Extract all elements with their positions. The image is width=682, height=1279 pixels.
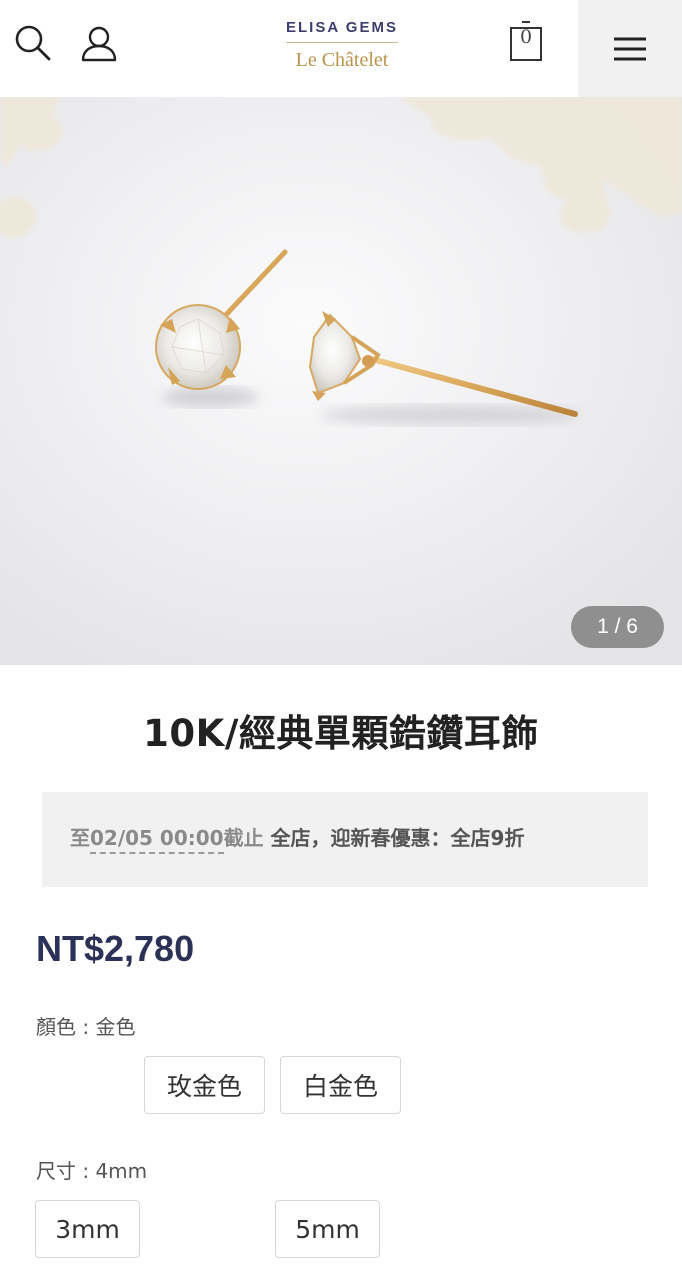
size-option-5mm[interactable]: 5mm	[275, 1200, 380, 1258]
promo-prefix: 至	[70, 826, 90, 850]
earring-product-photo	[0, 97, 682, 665]
cart-button[interactable]: 0	[502, 16, 550, 68]
brand-logo[interactable]: ELISA GEMS Le Châtelet	[262, 14, 422, 78]
account-button[interactable]	[76, 20, 122, 66]
promo-suffix: 截止	[223, 826, 264, 850]
promo-date: 02/05 00:00	[90, 826, 224, 854]
search-icon	[15, 25, 51, 61]
size-option-3mm[interactable]: 3mm	[35, 1200, 140, 1258]
hamburger-menu-icon	[614, 37, 646, 60]
color-option-rose-gold[interactable]: 玫金色	[144, 1056, 265, 1114]
promo-message: 全店，迎新春優惠：全店9折	[263, 826, 525, 850]
logo-bottom-text: Le Châtelet	[295, 49, 389, 71]
product-price: NT$2,780	[36, 928, 195, 969]
site-header: ELISA GEMS Le Châtelet 0	[0, 0, 682, 97]
size-option-label: 尺寸 : 4mm	[36, 1159, 148, 1183]
logo-top-text: ELISA GEMS	[286, 19, 398, 36]
menu-button[interactable]	[578, 0, 682, 97]
search-button[interactable]	[10, 20, 56, 66]
product-title: 10K/經典單顆鋯鑽耳飾	[143, 712, 539, 755]
promo-banner: 至02/05 00:00截止 全店，迎新春優惠：全店9折	[42, 792, 648, 887]
promo-text: 至02/05 00:00截止 全店，迎新春優惠：全店9折	[70, 822, 525, 854]
cart-count: 0	[519, 26, 533, 48]
product-image-carousel[interactable]	[0, 97, 682, 665]
color-option-label: 顏色 : 金色	[36, 1015, 136, 1039]
account-icon	[81, 26, 117, 62]
image-counter: 1 / 6	[571, 606, 664, 648]
color-option-white-gold[interactable]: 白金色	[280, 1056, 401, 1114]
